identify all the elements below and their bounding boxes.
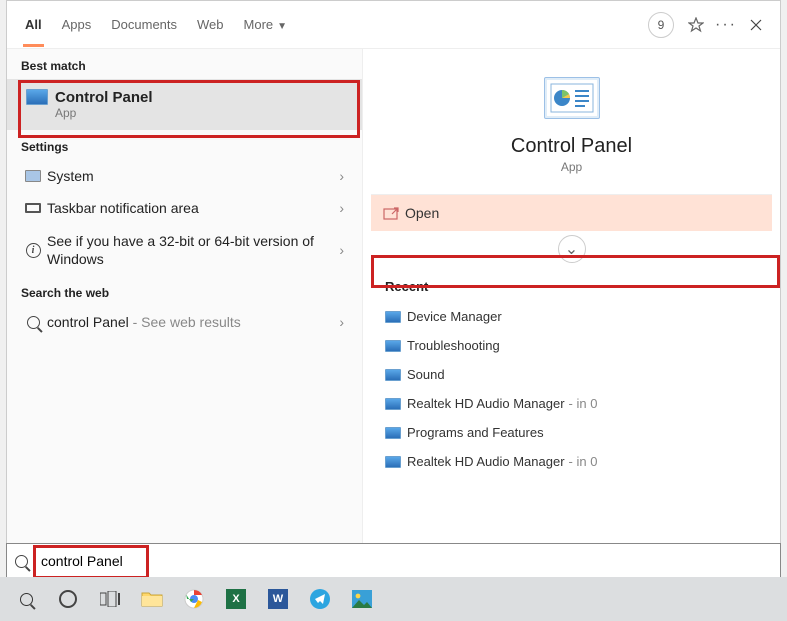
taskbar-photos[interactable] [342, 579, 382, 619]
taskbar-chrome[interactable] [174, 579, 214, 619]
tab-bar: All Apps Documents Web More▼ 9 ··· [7, 1, 780, 49]
action-open[interactable]: Open [371, 195, 772, 231]
tab-documents[interactable]: Documents [101, 3, 187, 46]
control-panel-icon [385, 398, 401, 410]
control-panel-icon [385, 456, 401, 468]
expand-button[interactable]: ⌄ [558, 235, 586, 263]
search-icon [27, 316, 40, 329]
recent-realtek-1[interactable]: Realtek HD Audio Manager - in 0 [363, 389, 780, 418]
control-panel-icon [385, 311, 401, 323]
search-icon [15, 555, 35, 568]
search-window: All Apps Documents Web More▼ 9 ··· Best … [6, 0, 781, 579]
chevron-right-icon: › [333, 200, 350, 216]
preview-pane: Control Panel App Open ⌄ Recent Device M… [363, 49, 780, 578]
section-recent: Recent [363, 273, 780, 302]
more-options-icon[interactable]: ··· [718, 17, 734, 33]
result-title: System [47, 168, 333, 184]
tab-web[interactable]: Web [187, 3, 234, 46]
close-icon[interactable] [748, 17, 764, 33]
open-icon [383, 206, 405, 220]
info-icon: i [26, 243, 41, 258]
recent-realtek-2[interactable]: Realtek HD Audio Manager - in 0 [363, 447, 780, 476]
preview-sub: App [561, 160, 582, 174]
results-pane: Best match Control Panel App Settings Sy… [7, 49, 363, 578]
recent-troubleshooting[interactable]: Troubleshooting [363, 331, 780, 360]
tab-all[interactable]: All [15, 3, 52, 46]
section-best-match: Best match [7, 49, 362, 79]
display-icon [25, 170, 41, 182]
result-32-64-bit[interactable]: i See if you have a 32-bit or 64-bit ver… [7, 224, 362, 276]
chevron-right-icon: › [333, 168, 350, 184]
chevron-right-icon: › [333, 242, 350, 258]
search-input[interactable] [35, 549, 772, 573]
recent-sound[interactable]: Sound [363, 360, 780, 389]
taskbar-file-explorer[interactable] [132, 579, 172, 619]
result-title: Taskbar notification area [47, 200, 333, 216]
taskbar-search-button[interactable] [6, 579, 46, 619]
taskbar-cortana-button[interactable] [48, 579, 88, 619]
control-panel-large-icon [544, 77, 600, 119]
control-panel-icon [26, 89, 48, 105]
taskbar-taskview-button[interactable] [90, 579, 130, 619]
taskbar-word[interactable]: W [258, 579, 298, 619]
chevron-right-icon: › [333, 314, 350, 330]
taskbar: X W [0, 577, 787, 621]
chevron-down-icon: ▼ [277, 21, 287, 32]
result-control-panel[interactable]: Control Panel App [7, 79, 362, 130]
preview-title: Control Panel [511, 135, 632, 158]
section-settings: Settings [7, 130, 362, 160]
search-bar[interactable] [6, 543, 781, 579]
result-taskbar-notification[interactable]: Taskbar notification area › [7, 192, 362, 224]
tab-more[interactable]: More▼ [234, 3, 298, 46]
feedback-icon[interactable] [688, 17, 704, 33]
result-sub: App [55, 106, 350, 120]
taskbar-excel[interactable]: X [216, 579, 256, 619]
recent-device-manager[interactable]: Device Manager [363, 302, 780, 331]
result-web-search[interactable]: control Panel - See web results › [7, 306, 362, 338]
control-panel-icon [385, 369, 401, 381]
control-panel-icon [385, 340, 401, 352]
result-title: control Panel - See web results [47, 314, 333, 330]
taskbar-icon [25, 203, 41, 213]
recent-programs-features[interactable]: Programs and Features [363, 418, 780, 447]
reward-badge[interactable]: 9 [648, 12, 674, 38]
result-title: Control Panel [55, 89, 350, 106]
control-panel-icon [385, 427, 401, 439]
result-title: See if you have a 32-bit or 64-bit versi… [47, 232, 333, 268]
taskbar-telegram[interactable] [300, 579, 340, 619]
action-label: Open [405, 205, 439, 221]
tab-apps[interactable]: Apps [52, 3, 102, 46]
result-system[interactable]: System › [7, 160, 362, 192]
section-search-web: Search the web [7, 276, 362, 306]
